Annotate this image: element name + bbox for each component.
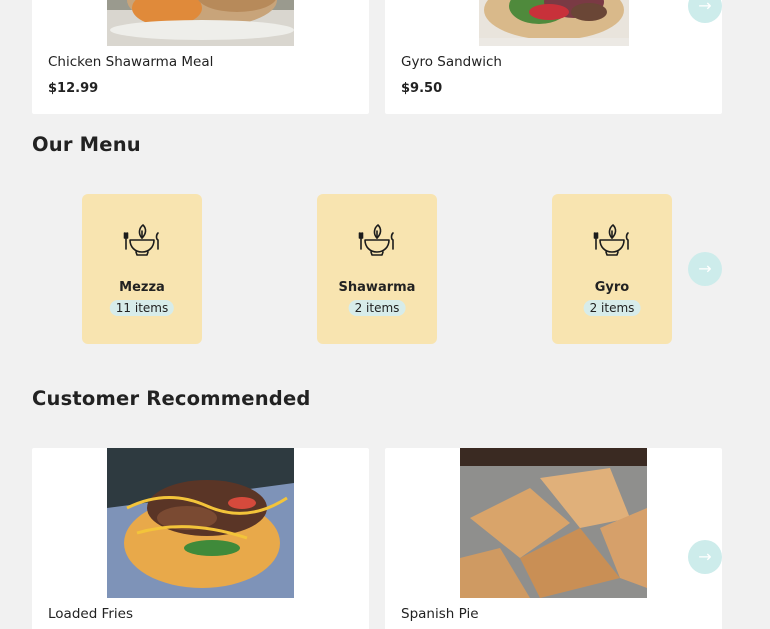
category-name: Shawarma [338,280,416,295]
category-name: Gyro [594,280,630,295]
category-name: Mezza [119,280,165,295]
food-bowl-icon [358,224,394,256]
section-title-our-menu: Our Menu [32,133,141,156]
product-card[interactable]: Loaded Fries [32,448,369,629]
product-name: Gyro Sandwich [401,54,502,70]
category-tile-shawarma[interactable]: Shawarma 2 items [317,194,437,344]
product-name: Loaded Fries [48,606,133,622]
product-name: Chicken Shawarma Meal [48,54,214,70]
section-title-customer-recommended: Customer Recommended [32,387,311,410]
product-photo-chicken-shawarma-meal [107,0,294,46]
product-price: $12.99 [48,81,99,96]
product-photo-spanish-pie [460,448,647,598]
menu-next-button[interactable]: → [688,252,722,286]
arrow-right-icon: → [698,0,712,15]
product-card[interactable]: Chicken Shawarma Meal $12.99 [32,0,369,114]
category-count-badge: 2 items [348,300,406,316]
product-card[interactable]: Gyro Sandwich $9.50 [385,0,722,114]
food-bowl-icon [123,224,159,256]
arrow-right-icon: → [698,259,712,278]
recommended-next-button[interactable]: → [688,540,722,574]
category-tile-gyro[interactable]: Gyro 2 items [552,194,672,344]
product-card[interactable]: Spanish Pie [385,448,722,629]
product-name: Spanish Pie [401,606,479,622]
food-bowl-icon [593,224,629,256]
arrow-right-icon: → [698,547,712,566]
category-count-badge: 11 items [109,300,175,316]
product-photo-gyro-sandwich [479,0,629,46]
category-count-badge: 2 items [583,300,641,316]
category-tile-mezza[interactable]: Mezza 11 items [82,194,202,344]
product-photo-loaded-fries [107,448,294,598]
product-price: $9.50 [401,81,443,96]
